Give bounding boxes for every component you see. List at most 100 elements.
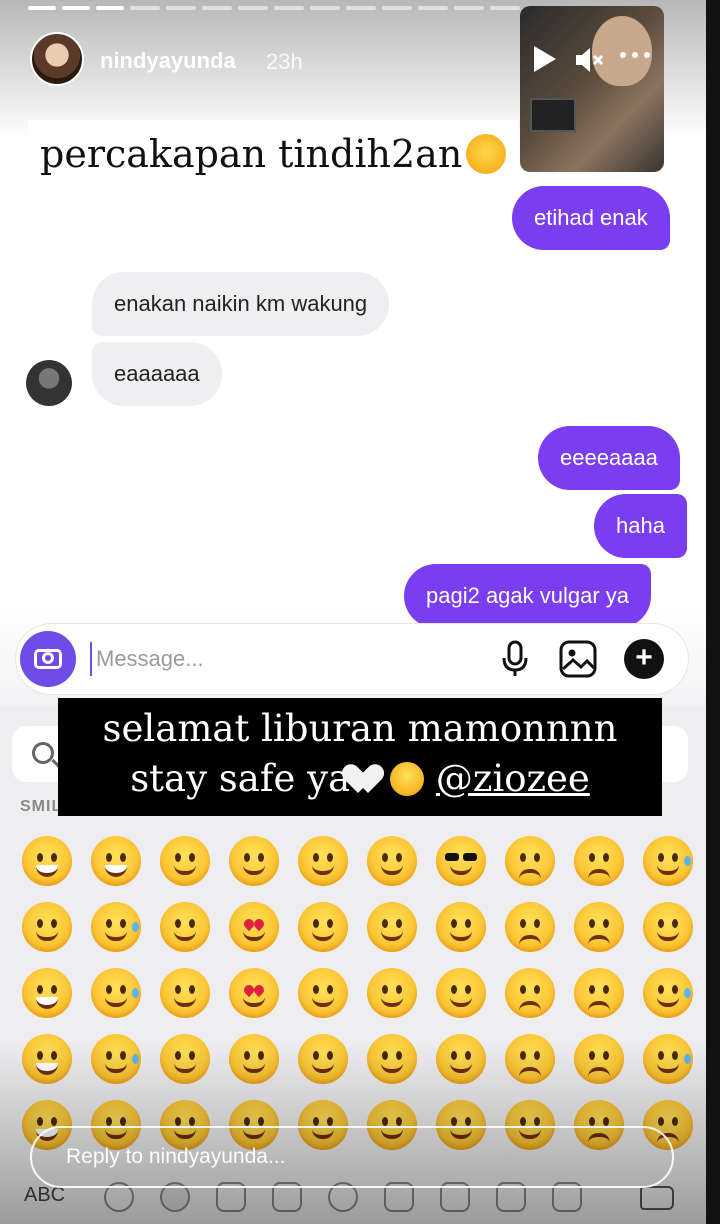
emoji-key[interactable] [219,962,288,1028]
camera-button[interactable] [20,631,76,687]
emoji-key[interactable] [219,830,288,896]
emoji-key[interactable] [426,962,495,1028]
reply-input[interactable] [66,1145,626,1169]
smiley-face-icon [159,968,210,1018]
caption-line-2: stay safe ya @ziozee [58,754,662,804]
contact-avatar [26,360,72,406]
smiley-face-icon [573,1034,624,1084]
message-outgoing: haha [594,494,687,558]
emoji-key[interactable] [564,896,633,962]
emoji-key[interactable] [219,1028,288,1094]
emoji-key[interactable] [150,830,219,896]
message-outgoing: eeeeaaaa [538,426,680,490]
backspace-icon[interactable] [640,1186,674,1210]
emoji-key[interactable] [12,896,81,962]
emoji-key[interactable] [633,1028,702,1094]
emoji-key[interactable] [633,896,702,962]
caption-text: stay safe ya [130,757,351,800]
gallery-icon[interactable] [558,639,598,679]
story-progress-segment [28,6,56,10]
emoji-key[interactable] [633,830,702,896]
story-progress-segment [310,6,340,10]
emoji-key[interactable] [288,1028,357,1094]
smiley-face-icon [573,836,624,886]
smiley-face-icon [297,1034,348,1084]
smiley-face-icon [366,968,417,1018]
smiley-face-icon [21,968,72,1018]
emoji-key[interactable] [12,830,81,896]
emoji-key[interactable] [495,830,564,896]
story-progress-segment [382,6,412,10]
emoji-key[interactable] [150,896,219,962]
emoji-key[interactable] [357,830,426,896]
caption-line-1: selamat liburan mamonnnn [102,707,618,750]
emoji-key[interactable] [150,1028,219,1094]
screen-edge [706,0,720,1224]
smiley-face-icon [435,968,486,1018]
message-text: pagi2 agak vulgar ya [426,583,630,608]
smiley-face-icon [504,1034,555,1084]
emoji-key[interactable] [288,896,357,962]
white-heart-icon [350,765,384,795]
message-input[interactable] [90,642,470,676]
message-outgoing: etihad enak [512,186,670,250]
story-progress-segment [490,6,520,10]
emoji-key[interactable] [288,962,357,1028]
story-progress-segment [130,6,160,10]
smiley-face-icon [435,836,486,886]
emoji-key[interactable] [12,1028,81,1094]
emoji-key[interactable] [495,1028,564,1094]
smiley-face-icon [366,902,417,952]
emoji-key[interactable] [426,830,495,896]
emoji-key[interactable] [357,1028,426,1094]
video-thumbnail[interactable] [520,6,664,172]
mention-link[interactable]: @ziozee [436,757,590,800]
story-progress-segment [96,6,124,10]
emoji-key[interactable] [564,830,633,896]
smiley-face-icon [90,902,141,952]
play-icon[interactable] [534,46,556,72]
emoji-key[interactable] [288,830,357,896]
emoji-key[interactable] [219,896,288,962]
muted-speaker-icon[interactable] [574,46,604,74]
story-username[interactable]: nindyayunda [100,48,236,74]
smiley-face-icon [366,836,417,886]
reply-bar[interactable] [30,1126,674,1188]
emoji-key[interactable] [426,1028,495,1094]
smiley-face-icon [504,968,555,1018]
emoji-key[interactable] [633,962,702,1028]
smiley-face-icon [297,836,348,886]
emoji-key[interactable] [81,962,150,1028]
caption-text: percakapan tindih2an [40,132,463,176]
search-icon [32,742,54,764]
emoji-key[interactable] [81,896,150,962]
emoji-key[interactable] [495,962,564,1028]
emoji-key[interactable] [564,962,633,1028]
plus-icon[interactable]: + [624,639,664,679]
emoji-key[interactable] [357,896,426,962]
message-composer: + [16,624,688,694]
emoji-key[interactable] [357,962,426,1028]
story-progress-segment [238,6,268,10]
message-text: eeeeaaaa [560,445,658,470]
emoji-key[interactable] [150,962,219,1028]
smiley-face-icon [228,968,279,1018]
story-time: 23h [266,49,303,74]
emoji-key[interactable] [81,830,150,896]
smiley-face-icon [90,968,141,1018]
emoji-key[interactable] [495,896,564,962]
smiley-face-icon [297,968,348,1018]
microphone-icon[interactable] [500,640,530,678]
emoji-key[interactable] [426,896,495,962]
user-avatar[interactable] [30,32,84,86]
emoji-key[interactable] [564,1028,633,1094]
story-progress-segment [418,6,448,10]
story-progress-segment [62,6,90,10]
smiley-face-icon [159,902,210,952]
more-dots-icon[interactable] [620,52,660,66]
emoji-key[interactable] [81,1028,150,1094]
smiley-face-icon [642,1034,693,1084]
story-progress-segment [166,6,196,10]
smiley-face-icon [642,902,693,952]
emoji-key[interactable] [12,962,81,1028]
